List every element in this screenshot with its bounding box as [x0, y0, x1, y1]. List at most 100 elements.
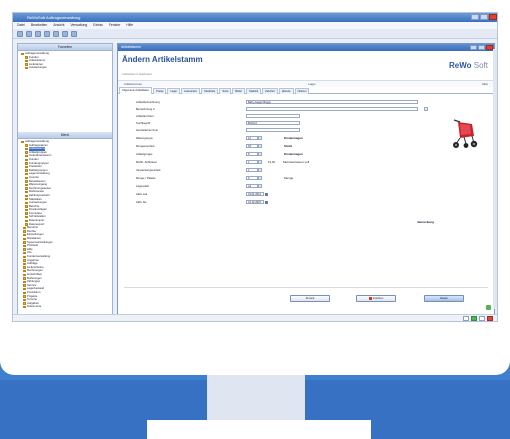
folder-icon: [23, 291, 26, 294]
separator: [124, 287, 488, 288]
open-icon[interactable]: [26, 31, 32, 37]
folder-icon: [23, 305, 26, 309]
folder-icon: [23, 284, 26, 287]
field-input[interactable]: A1: [246, 184, 258, 188]
status-ok-icon: [486, 305, 491, 310]
calendar-icon[interactable]: [265, 200, 268, 204]
lookup-button[interactable]: …: [258, 160, 262, 164]
lookup-button[interactable]: …: [258, 152, 262, 156]
folder-icon: [25, 63, 28, 66]
info-mid: Lager: [308, 82, 316, 86]
field-description: Stück: [284, 144, 293, 148]
tree-item-label: Dokumente: [27, 305, 42, 309]
folder-icon: [23, 273, 26, 276]
field-input[interactable]: 5: [246, 152, 258, 156]
minimize-button[interactable]: [471, 14, 479, 20]
article-form: Bemerkung Artikelbezeichnung Baby-Jogger …: [118, 94, 494, 264]
form-row: Artikelkurztext: [136, 114, 300, 118]
lookup-button[interactable]: …: [258, 176, 262, 180]
folder-icon: [25, 56, 28, 59]
field-input[interactable]: 1: [246, 160, 258, 164]
menu-item[interactable]: Datei: [17, 22, 25, 29]
tax-rate: 19,00: [268, 160, 275, 164]
help-icon[interactable]: [71, 31, 77, 37]
form-row: Menge / Palette 0… Menge: [136, 176, 293, 180]
field-input[interactable]: 01.01.2012: [246, 192, 264, 196]
browse-button[interactable]: …: [424, 107, 428, 111]
folder-icon: [23, 266, 26, 269]
form-row: Warengruppe 12… Kinderwagen: [136, 136, 303, 140]
prev-page-button[interactable]: [463, 316, 469, 321]
form-row: Artikelbezeichnung Baby-Jogger Buggy: [136, 100, 418, 104]
menu-item[interactable]: Ansicht: [53, 22, 64, 29]
tree-item[interactable]: Dokumente: [21, 305, 109, 309]
field-label: Warengruppe: [136, 136, 153, 140]
form-row: Lagerplatz A1…: [136, 184, 262, 188]
tree-item-label: Auswertungen: [29, 66, 47, 70]
field-label: Aktiv seit: [136, 192, 148, 196]
app-titlebar: ReWoSoft Auftragsverwaltung: [13, 13, 497, 22]
right-scrollbar[interactable]: [493, 49, 497, 309]
delete-icon: [368, 296, 372, 300]
folder-icon: [25, 180, 28, 183]
folder-icon: [25, 201, 28, 205]
lookup-button[interactable]: …: [258, 168, 262, 172]
field-input[interactable]: [246, 114, 300, 118]
menu-item[interactable]: Fenster: [109, 22, 121, 29]
next-button[interactable]: Weiter: [424, 295, 464, 302]
alert-icon[interactable]: [487, 316, 493, 321]
field-label: Artikelkurztext: [136, 114, 154, 118]
monitor-stand-neck: [207, 373, 305, 420]
field-label: Bezeichnung 2: [136, 107, 155, 111]
menu-item[interactable]: Extras: [93, 22, 103, 29]
new-icon[interactable]: [17, 31, 23, 37]
tree-item[interactable]: Auswertungen: [21, 66, 109, 70]
field-input[interactable]: [246, 128, 300, 132]
search-icon[interactable]: [53, 31, 59, 37]
logo-left: ReWo: [449, 61, 472, 70]
field-input[interactable]: 1: [246, 168, 258, 172]
folder-icon: [23, 237, 26, 241]
article-window-titlebar: Artikelstamm: [118, 44, 494, 51]
close-button[interactable]: [489, 14, 497, 20]
field-input[interactable]: Baby-Jogger Buggy: [246, 100, 418, 104]
folder-icon: [23, 302, 26, 305]
monitor: ReWoSoft Auftragsverwaltung Datei Bearbei…: [0, 0, 510, 375]
product-image-stroller: [446, 116, 482, 150]
folder-icon: [23, 248, 26, 251]
field-input[interactable]: 31.12.2015: [246, 200, 264, 204]
next-page-button[interactable]: [479, 316, 485, 321]
lookup-button[interactable]: …: [258, 184, 262, 188]
refresh-icon[interactable]: [62, 31, 68, 37]
field-input[interactable]: [246, 107, 418, 111]
lookup-button[interactable]: …: [258, 136, 262, 140]
calendar-icon[interactable]: [265, 192, 268, 196]
folder-icon: [25, 212, 28, 215]
delete-button[interactable]: Löschen: [356, 295, 396, 302]
menu-item[interactable]: Verwaltung: [70, 22, 87, 29]
article-minimize-button[interactable]: [470, 45, 477, 50]
field-input[interactable]: 12: [246, 136, 258, 140]
menu-item[interactable]: Bearbeiten: [31, 22, 47, 29]
lookup-button[interactable]: …: [258, 144, 262, 148]
save-icon[interactable]: [35, 31, 41, 37]
field-label: Artikelbezeichnung: [136, 100, 160, 104]
field-label: Lagerplatz: [136, 184, 150, 188]
form-row: Aktiv bis 31.12.2015: [136, 200, 268, 204]
article-maximize-button[interactable]: [478, 45, 485, 50]
back-button[interactable]: Zurück: [290, 295, 330, 302]
folder-icon: [23, 259, 26, 262]
article-close-button[interactable]: [486, 45, 493, 50]
field-input[interactable]: ST: [246, 144, 258, 148]
menu-item[interactable]: Hilfe: [126, 22, 133, 29]
confirm-icon[interactable]: [471, 316, 477, 321]
folder-icon: [25, 162, 28, 165]
print-icon[interactable]: [44, 31, 50, 37]
tab[interactable]: Allgemeine Artikeldaten: [119, 87, 153, 94]
field-input[interactable]: BUGGY: [246, 121, 300, 125]
field-input[interactable]: 0: [246, 176, 258, 180]
field-label: Verpackungseinheit: [136, 168, 161, 172]
maximize-button[interactable]: [480, 14, 488, 20]
status-bar: [13, 314, 497, 321]
menu-bar: Datei Bearbeiten Ansicht Verwaltung Extras Fe…: [13, 22, 497, 29]
